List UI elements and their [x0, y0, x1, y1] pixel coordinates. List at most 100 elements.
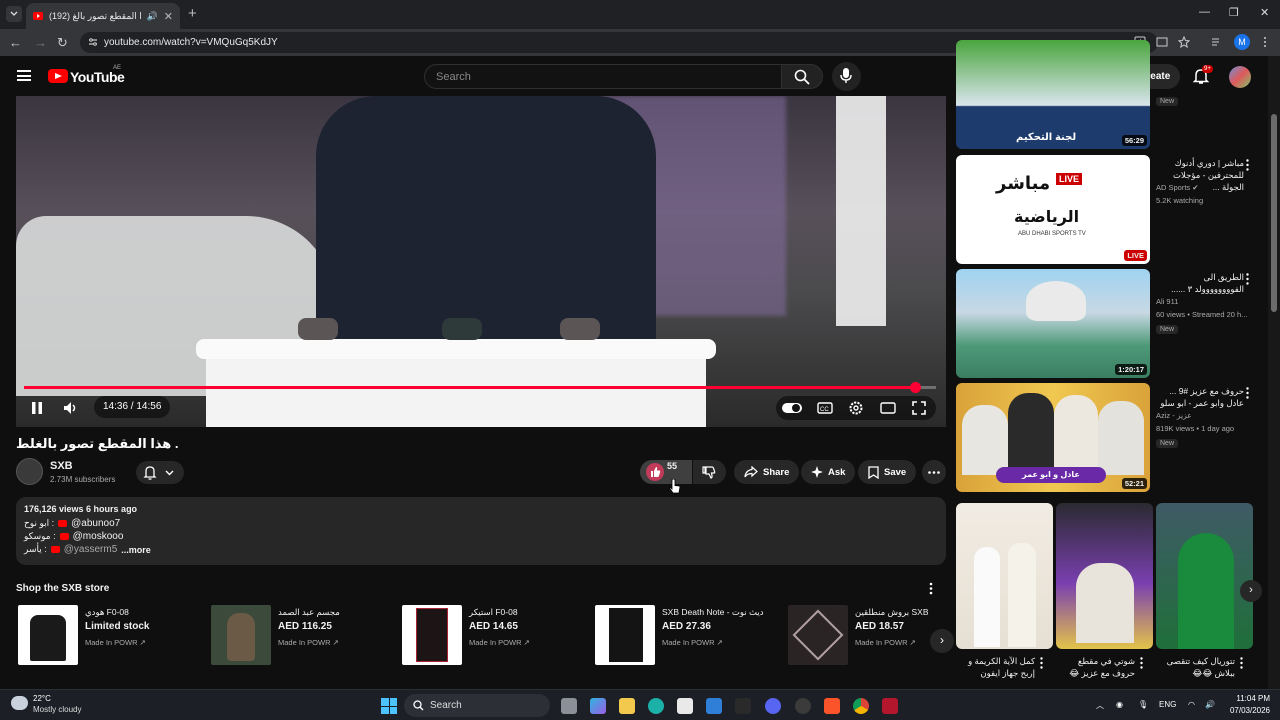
- shop-next-button[interactable]: ›: [930, 629, 954, 653]
- product-title: هودي F0-08: [85, 607, 129, 617]
- recommendation-item[interactable]: عادل و ابو عمر 52:21 حروف مع عزيز #9 ...…: [956, 383, 1266, 493]
- show-hidden-icons[interactable]: ︿: [1096, 700, 1104, 711]
- description-box[interactable]: 176,126 views 6 hours ago ابو نوح : @abu…: [16, 497, 946, 565]
- discord-icon[interactable]: [765, 698, 781, 714]
- product-card[interactable]: مجسم عبد الصمد AED 116.25 Made In POWR ↗: [209, 603, 399, 667]
- bookmark-icon: [868, 465, 879, 479]
- handle-link[interactable]: @yasserm5: [64, 544, 118, 555]
- edge-icon[interactable]: [648, 698, 664, 714]
- fullscreen-icon[interactable]: [912, 401, 926, 415]
- tab-search-button[interactable]: [6, 6, 22, 22]
- video-progress-bar[interactable]: [24, 382, 936, 393]
- more-vertical-icon[interactable]: [1040, 657, 1043, 669]
- thumbnail-person: [1076, 563, 1134, 643]
- system-clock[interactable]: 11:04 PM 07/03/2026: [1228, 694, 1270, 715]
- progress-scrubber[interactable]: [910, 382, 922, 393]
- scrollbar-thumb[interactable]: [1271, 114, 1277, 312]
- settings-gear-icon[interactable]: [848, 400, 864, 416]
- forward-icon[interactable]: →: [34, 35, 47, 50]
- share-button[interactable]: Share: [734, 460, 800, 484]
- product-card[interactable]: استيكر F0-08 AED 14.65 Made In POWR ↗: [400, 603, 590, 667]
- recommendation-channel: Aziz - عزيز: [1156, 411, 1192, 420]
- volume-icon[interactable]: 🔊: [1205, 700, 1215, 709]
- input-language[interactable]: ENG: [1159, 700, 1176, 709]
- handle-link[interactable]: @abunoo7: [71, 518, 120, 529]
- channel-avatar[interactable]: [16, 458, 43, 485]
- adobe-icon[interactable]: [882, 698, 898, 714]
- more-vertical-icon[interactable]: [928, 582, 934, 595]
- temperature: 22°C: [33, 694, 51, 703]
- shop-title: Shop the SXB store: [16, 583, 110, 594]
- theater-mode-icon[interactable]: [880, 402, 896, 414]
- thumbnail-shape: [1026, 281, 1086, 321]
- subtitles-icon[interactable]: CC: [817, 402, 833, 414]
- youtube-logo-icon[interactable]: [48, 69, 68, 83]
- search-icon: [413, 700, 424, 711]
- more-vertical-icon[interactable]: [1240, 657, 1243, 669]
- menu-icon[interactable]: [17, 70, 31, 81]
- capcut-icon[interactable]: [735, 698, 751, 714]
- chrome-icon[interactable]: [853, 698, 869, 714]
- volume-icon[interactable]: [63, 401, 79, 415]
- handle-link[interactable]: @moskooo: [73, 531, 124, 542]
- network-icon[interactable]: ◉: [1116, 700, 1123, 709]
- browser-tab-active[interactable]: (192) هذا المقطع تصور بالغ... 🔊 ✕: [26, 3, 180, 29]
- more-vertical-icon[interactable]: [1140, 657, 1143, 669]
- recommendation-item[interactable]: لجنة التحكيم 56:29 New: [956, 40, 1266, 150]
- voice-search-button[interactable]: [832, 62, 861, 91]
- short-title: كمل الآية الكريمة و إربح جهاز ايفون: [968, 656, 1035, 678]
- mail-icon[interactable]: [706, 698, 722, 714]
- video-player[interactable]: 14:36 / 14:56 CC: [16, 96, 946, 427]
- subscriber-count: 2.73M subscribers: [50, 475, 116, 484]
- reload-icon[interactable]: ↻: [57, 35, 68, 51]
- search-button[interactable]: [781, 64, 823, 89]
- wifi-icon[interactable]: ◠: [1188, 700, 1195, 709]
- short-card[interactable]: [1056, 503, 1153, 649]
- brave-icon[interactable]: [824, 698, 840, 714]
- save-button[interactable]: Save: [858, 460, 917, 484]
- video-thumbnail: 1:20:17: [956, 269, 1150, 378]
- page-scrollbar[interactable]: [1268, 56, 1280, 689]
- video-desk-top: [196, 339, 716, 359]
- more-actions-button[interactable]: [922, 460, 946, 484]
- task-view-icon[interactable]: [561, 698, 577, 714]
- youtube-logo-text[interactable]: YouTube: [70, 69, 125, 85]
- chevron-right-icon: ›: [940, 633, 944, 647]
- close-tab-icon[interactable]: ✕: [164, 10, 173, 23]
- new-tab-button[interactable]: +: [188, 5, 197, 22]
- product-card[interactable]: SXB Death Note - ديث نوت AED 27.36 Made …: [593, 603, 783, 667]
- taskbar-search[interactable]: Search: [404, 694, 550, 717]
- minimize-icon[interactable]: —: [1199, 6, 1210, 18]
- close-window-icon[interactable]: ✕: [1260, 6, 1269, 19]
- shorts-next-button[interactable]: ›: [1240, 580, 1262, 602]
- back-icon[interactable]: ←: [9, 35, 22, 50]
- start-icon[interactable]: [381, 698, 397, 714]
- like-button[interactable]: 55: [640, 460, 692, 484]
- channel-name[interactable]: SXB: [50, 460, 73, 472]
- more-vertical-icon[interactable]: [1246, 273, 1249, 285]
- more-vertical-icon[interactable]: [1246, 159, 1249, 171]
- thumbnail-text: لجنة التحكيم: [1016, 132, 1077, 143]
- dislike-button[interactable]: [693, 460, 726, 484]
- search-input[interactable]: Search: [424, 64, 782, 89]
- short-card[interactable]: [1156, 503, 1253, 649]
- app-icon[interactable]: [795, 698, 811, 714]
- more-vertical-icon[interactable]: [1246, 387, 1249, 399]
- autoplay-toggle-icon[interactable]: [782, 402, 802, 414]
- widgets-icon[interactable]: [590, 698, 606, 714]
- short-card[interactable]: [956, 503, 1053, 649]
- restore-icon[interactable]: ❐: [1229, 6, 1239, 19]
- product-card[interactable]: هودي F0-08 Limited stock Made In POWR ↗: [16, 603, 206, 667]
- pause-icon[interactable]: [30, 401, 44, 415]
- site-info-icon[interactable]: [88, 37, 98, 47]
- file-explorer-icon[interactable]: [619, 698, 635, 714]
- audio-icon[interactable]: 🔊: [147, 11, 158, 22]
- recommendation-channel: AD Sports ✔: [1156, 183, 1199, 192]
- subscribed-bell-button[interactable]: [136, 461, 184, 484]
- store-icon[interactable]: [677, 698, 693, 714]
- recommendation-item[interactable]: مباشر LIVE الرياضية ABU DHABI SPORTS TV …: [956, 155, 1266, 265]
- recommendation-item[interactable]: 1:20:17 الطريق الى الفوووووووولد ٣ .....…: [956, 269, 1266, 379]
- ask-button[interactable]: Ask: [801, 460, 856, 484]
- show-more-link[interactable]: ...more: [121, 545, 151, 555]
- microphone-icon[interactable]: 🎙: [1138, 700, 1148, 709]
